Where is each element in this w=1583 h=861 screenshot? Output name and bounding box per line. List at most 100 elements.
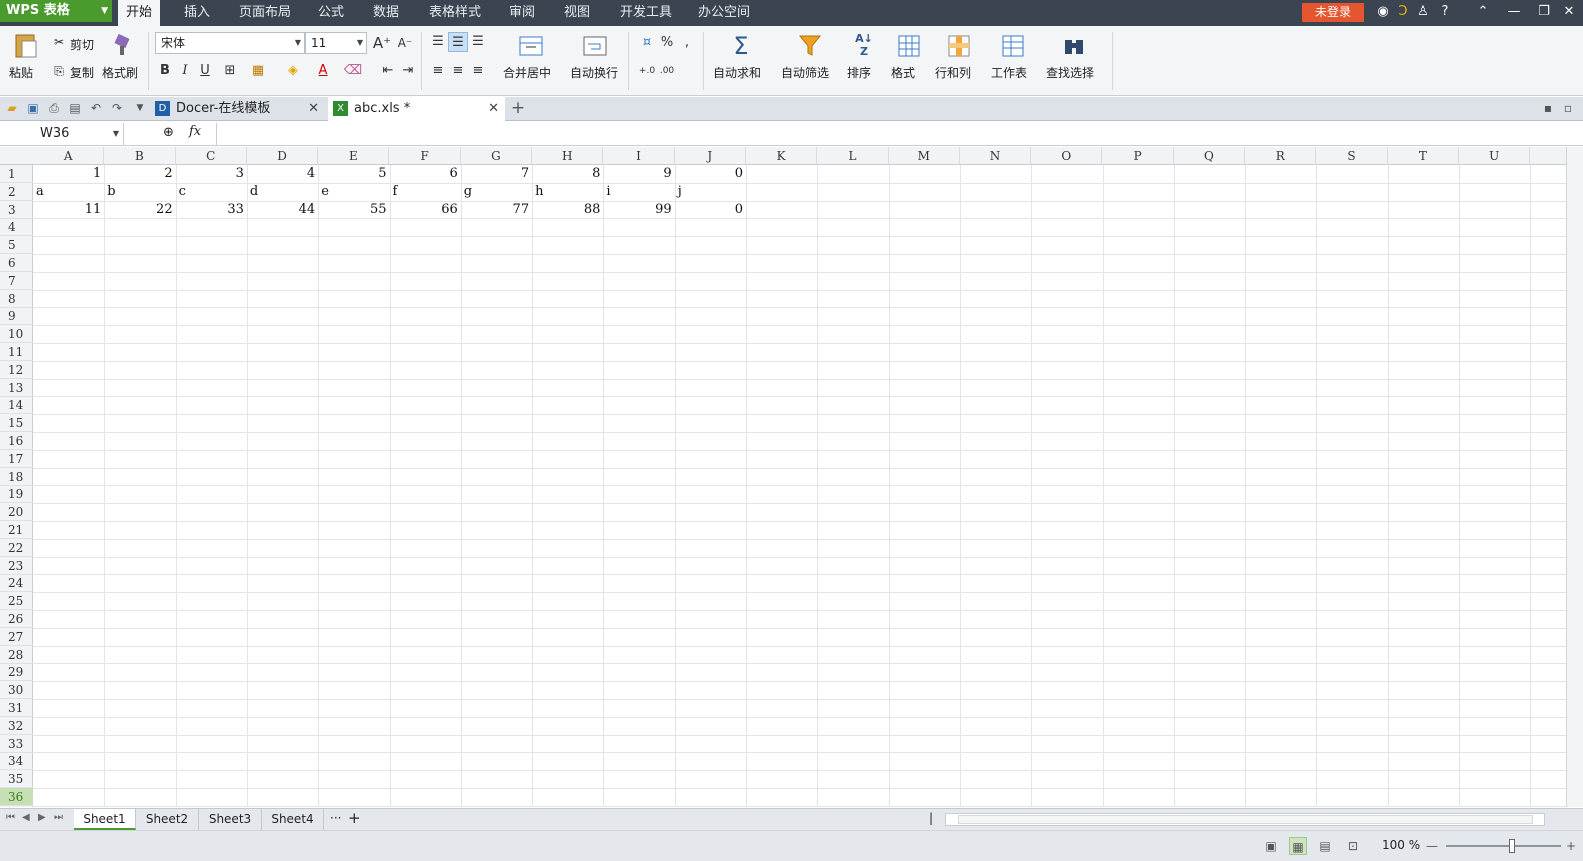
paste-button[interactable]: 粘贴 xyxy=(9,64,33,81)
formula-input[interactable] xyxy=(216,123,1583,145)
cell-j2[interactable]: j xyxy=(675,183,746,201)
copy-button[interactable]: 复制 xyxy=(70,64,94,81)
sort-icon[interactable]: A↓ Z xyxy=(851,32,877,60)
font-color-icon[interactable]: A xyxy=(313,61,333,81)
cell-i3[interactable]: 99 xyxy=(603,201,674,219)
open-folder-icon[interactable]: ▰ xyxy=(4,100,20,116)
align-middle-icon[interactable]: ☰ xyxy=(448,32,468,52)
close-icon[interactable]: ✕ xyxy=(308,97,319,121)
font-size-select[interactable]: 11 ▼ xyxy=(305,32,367,54)
merge-center-icon[interactable] xyxy=(518,34,544,58)
column-header-m[interactable]: M xyxy=(889,147,960,165)
vertical-scrollbar[interactable] xyxy=(1566,147,1583,807)
row-header-9[interactable]: 9 xyxy=(0,307,33,326)
help-icon[interactable]: ? xyxy=(1436,3,1454,21)
align-bottom-icon[interactable]: ☰ xyxy=(468,32,488,52)
bold-button[interactable]: B xyxy=(155,61,175,81)
row-header-1[interactable]: 1 xyxy=(0,165,33,183)
paste-icon[interactable] xyxy=(12,32,40,60)
column-header-c[interactable]: C xyxy=(176,147,247,165)
login-button[interactable]: 未登录 xyxy=(1302,3,1364,22)
close-icon[interactable]: ✕ xyxy=(488,97,499,121)
row-header-18[interactable]: 18 xyxy=(0,468,33,486)
column-header-j[interactable]: J xyxy=(675,147,746,165)
cell-d2[interactable]: d xyxy=(247,183,318,201)
cell-style-icon[interactable]: ▦ xyxy=(248,61,268,81)
doc-tab-abc[interactable]: X abc.xls * ✕ xyxy=(328,97,505,121)
row-header-5[interactable]: 5 xyxy=(0,236,33,255)
row-header-25[interactable]: 25 xyxy=(0,592,33,611)
cell-c3[interactable]: 33 xyxy=(176,201,247,219)
cell-i1[interactable]: 9 xyxy=(603,165,674,183)
column-header-l[interactable]: L xyxy=(817,147,889,165)
merge-center-button[interactable]: 合并居中 xyxy=(503,64,551,81)
cell-g2[interactable]: g xyxy=(461,183,532,201)
rows-cols-icon[interactable] xyxy=(946,32,972,60)
cell-f3[interactable]: 66 xyxy=(390,201,461,219)
fill-color-icon[interactable]: ◈ xyxy=(283,61,303,81)
sort-button[interactable]: 排序 xyxy=(847,64,871,81)
row-header-15[interactable]: 15 xyxy=(0,414,33,433)
row-header-23[interactable]: 23 xyxy=(0,557,33,575)
sheet-tab-sheet4[interactable]: Sheet4 xyxy=(262,809,324,830)
cell-e2[interactable]: e xyxy=(318,183,389,201)
column-header-k[interactable]: K xyxy=(746,147,818,165)
increase-indent-icon[interactable]: ⇥ xyxy=(398,61,418,81)
binoculars-icon[interactable] xyxy=(1061,32,1087,60)
cell-a1[interactable]: 1 xyxy=(33,165,104,183)
comma-button[interactable]: , xyxy=(677,33,697,53)
row-header-22[interactable]: 22 xyxy=(0,539,33,557)
cell-j3[interactable]: 0 xyxy=(675,201,746,219)
tab-formulas[interactable]: 公式 xyxy=(310,0,352,26)
format-painter-button[interactable]: 格式刷 xyxy=(102,64,138,81)
row-header-27[interactable]: 27 xyxy=(0,628,33,646)
app-logo-menu[interactable]: WPS 表格 ▼ xyxy=(0,0,112,22)
align-center-icon[interactable]: ≡ xyxy=(448,61,468,81)
row-header-8[interactable]: 8 xyxy=(0,290,33,308)
page-break-view-icon[interactable]: ▤ xyxy=(1316,837,1334,855)
cell-c2[interactable]: c xyxy=(176,183,247,201)
align-left-icon[interactable]: ≡ xyxy=(428,61,448,81)
prev-sheet-icon[interactable]: ◀ xyxy=(22,812,30,823)
tab-page-layout[interactable]: 页面布局 xyxy=(231,0,299,26)
column-header-f[interactable]: F xyxy=(390,147,461,165)
borders-icon[interactable]: ⊞ xyxy=(220,61,240,81)
row-header-36[interactable]: 36 xyxy=(0,788,33,806)
zoom-slider-thumb[interactable] xyxy=(1509,839,1515,853)
cell-g3[interactable]: 77 xyxy=(461,201,532,219)
next-sheet-icon[interactable]: ▶ xyxy=(38,812,46,823)
autosum-button[interactable]: 自动求和 xyxy=(713,64,761,81)
row-header-19[interactable]: 19 xyxy=(0,485,33,504)
cut-button[interactable]: 剪切 xyxy=(70,36,94,53)
column-header-s[interactable]: S xyxy=(1316,147,1388,165)
more-sheets-button[interactable]: ··· xyxy=(330,811,341,825)
tab-table-style[interactable]: 表格样式 xyxy=(421,0,489,26)
customize-toolbar-icon[interactable]: ▼ xyxy=(132,100,148,116)
cell-g1[interactable]: 7 xyxy=(461,165,532,183)
last-sheet-icon[interactable]: ⏭ xyxy=(54,812,63,823)
tab-review[interactable]: 审阅 xyxy=(501,0,543,26)
row-header-34[interactable]: 34 xyxy=(0,752,33,771)
normal-view-icon[interactable]: ▦ xyxy=(1289,837,1307,855)
column-header-q[interactable]: Q xyxy=(1174,147,1246,165)
row-header-10[interactable]: 10 xyxy=(0,325,33,344)
close-icon[interactable]: ✕ xyxy=(1560,3,1578,21)
column-header-o[interactable]: O xyxy=(1031,147,1103,165)
worksheet-button[interactable]: 工作表 xyxy=(991,64,1027,81)
doc-tab-docer[interactable]: D Docer-在线模板 ✕ xyxy=(150,97,325,121)
font-name-select[interactable]: 宋体 ▼ xyxy=(155,32,305,54)
column-header-e[interactable]: E xyxy=(318,147,390,165)
find-select-button[interactable]: 查找选择 xyxy=(1046,64,1094,81)
row-header-21[interactable]: 21 xyxy=(0,521,33,539)
sigma-icon[interactable]: Σ xyxy=(728,32,754,60)
align-top-icon[interactable]: ☰ xyxy=(428,32,448,52)
points-icon[interactable]: Ɔ xyxy=(1394,3,1412,21)
row-header-11[interactable]: 11 xyxy=(0,343,33,361)
spreadsheet-grid[interactable]: ABCDEFGHIJKLMNOPQRSTU 1 2 3 4 5 6 7 8 9 10 11 12 13 1… xyxy=(0,147,1583,807)
worksheet-icon[interactable] xyxy=(1000,32,1026,60)
cell-a3[interactable]: 11 xyxy=(33,201,104,219)
zoom-slider[interactable] xyxy=(1446,845,1561,847)
minimize-icon[interactable]: — xyxy=(1505,3,1523,21)
column-header-b[interactable]: B xyxy=(104,147,176,165)
row-header-17[interactable]: 17 xyxy=(0,450,33,468)
